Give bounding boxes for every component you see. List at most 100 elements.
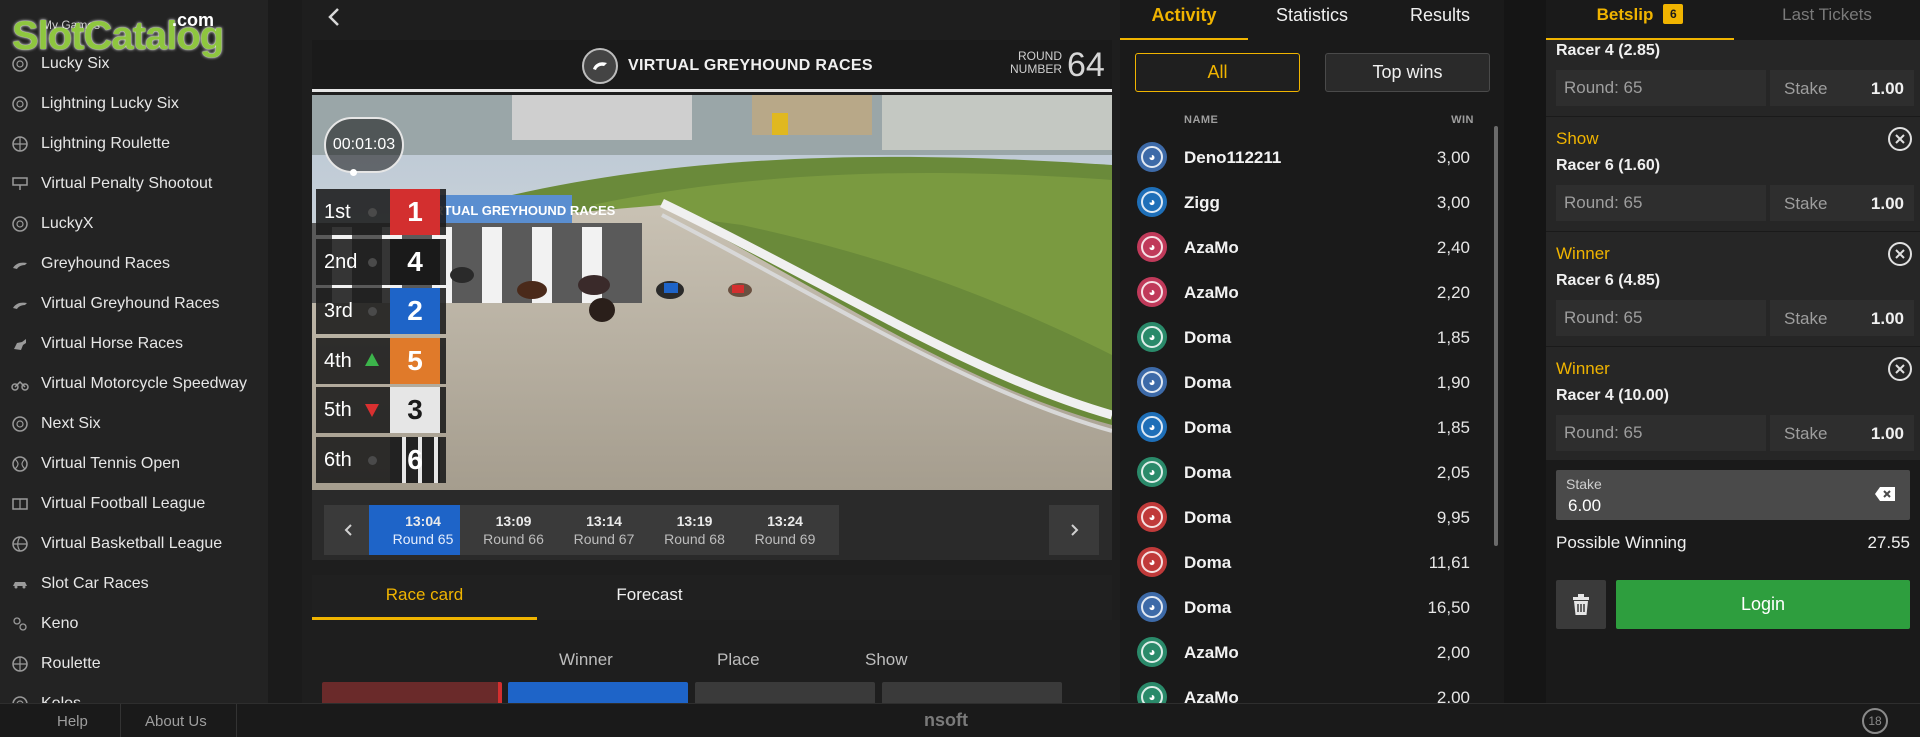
sidebar-item-keno[interactable]: Keno <box>0 604 268 644</box>
watermark-com: .com <box>172 10 215 30</box>
games-sidebar: My Games SlotCatalog .com Lucky Six Light… <box>0 0 268 703</box>
activity-row: ◕ Doma 1,90 <box>1120 360 1500 405</box>
chevron-right-icon <box>1071 524 1079 536</box>
bet-stake-field[interactable]: Stake 1.00 <box>1770 300 1914 336</box>
sidebar-item-greyhound-races[interactable]: Greyhound Races <box>0 244 268 284</box>
track-banner-text: VIRTUAL GREYHOUND RACES <box>422 203 616 218</box>
keno-icon <box>11 615 29 633</box>
round-number: 64 <box>1067 46 1105 84</box>
racer-cell[interactable] <box>322 682 502 703</box>
user-avatar-icon: ◕ <box>1137 277 1167 307</box>
standing-row: 3rd 2 <box>316 288 446 334</box>
footer-about-link[interactable]: About Us <box>145 713 207 730</box>
column-win-header: WIN <box>1451 114 1474 126</box>
activity-user-name: Doma <box>1184 598 1232 617</box>
odds-header-place: Place <box>717 650 760 669</box>
trend-neutral-icon <box>368 208 377 217</box>
sidebar-item-lightning-lucky-six[interactable]: Lightning Lucky Six <box>0 84 268 124</box>
odds-row <box>312 682 1112 703</box>
sidebar-item-virtual-motorcycle-speedway[interactable]: Virtual Motorcycle Speedway <box>0 364 268 404</box>
sidebar-item-virtual-greyhound-races[interactable]: Virtual Greyhound Races <box>0 284 268 324</box>
sidebar-item-virtual-basketball-league[interactable]: Virtual Basketball League <box>0 524 268 564</box>
activity-row: ◕ AzaMo 2,40 <box>1120 225 1500 270</box>
sidebar-item-virtual-football-league[interactable]: Virtual Football League <box>0 484 268 524</box>
betslip-tabs: Betslip 6 Last Tickets <box>1546 0 1920 40</box>
activity-user-name: Deno112211 <box>1184 148 1282 167</box>
login-button[interactable]: Login <box>1616 580 1910 629</box>
total-stake-field[interactable]: Stake 6.00 <box>1556 470 1910 520</box>
clear-betslip-button[interactable] <box>1556 580 1606 629</box>
tennis-icon <box>11 455 29 473</box>
sidebar-item-slot-car-races[interactable]: Slot Car Races <box>0 564 268 604</box>
timer-dot <box>350 169 357 176</box>
user-avatar-icon: ◕ <box>1137 457 1167 487</box>
tab-statistics[interactable]: Statistics <box>1248 0 1376 40</box>
greyhound-logo-icon <box>582 48 618 84</box>
bet-round: Round: 65 <box>1556 185 1766 221</box>
bet-stake-field[interactable]: Stake 1.00 <box>1770 70 1914 106</box>
user-avatar-icon: ◕ <box>1137 322 1167 352</box>
backspace-icon[interactable] <box>1874 486 1896 502</box>
footer-help-link[interactable]: Help <box>57 713 88 730</box>
standing-row: 1st 1 <box>316 189 446 235</box>
video-title: VIRTUAL GREYHOUND RACES <box>628 57 873 74</box>
remove-bet-button[interactable] <box>1888 357 1912 381</box>
odd-show-cell[interactable] <box>882 682 1062 703</box>
activity-row: ◕ Doma 16,50 <box>1120 585 1500 630</box>
betslip-bet: Show Racer 6 (1.60) Round: 65 Stake 1.00 <box>1546 117 1920 232</box>
sidebar-item-label: Lightning Roulette <box>41 135 170 152</box>
sidebar-item-label: Greyhound Races <box>41 255 170 272</box>
sidebar-item-virtual-horse-races[interactable]: Virtual Horse Races <box>0 324 268 364</box>
sidebar-item-label: Virtual Football League <box>41 495 206 512</box>
standing-position: 5th <box>324 399 352 421</box>
odd-place-cell[interactable] <box>695 682 875 703</box>
back-button[interactable] <box>322 4 348 30</box>
racer-number-badge: 4 <box>390 238 440 285</box>
rounds-prev-button[interactable] <box>324 505 374 555</box>
trash-icon <box>1573 593 1589 615</box>
round-selector[interactable]: 13:24 Round 69 <box>731 505 839 555</box>
sidebar-item-label: Virtual Motorcycle Speedway <box>41 375 248 392</box>
bet-stake-field[interactable]: Stake 1.00 <box>1770 415 1914 451</box>
rounds-next-button[interactable] <box>1049 505 1099 555</box>
sidebar-item-label: LuckyX <box>41 215 94 232</box>
tab-forecast[interactable]: Forecast <box>537 575 762 620</box>
remove-bet-button[interactable] <box>1888 242 1912 266</box>
sidebar-item-label: Virtual Tennis Open <box>41 455 181 472</box>
user-avatar-icon: ◕ <box>1137 502 1167 532</box>
race-timer: 00:01:03 <box>324 117 404 173</box>
sidebar-item-luckyx[interactable]: LuckyX <box>0 204 268 244</box>
sidebar-item-next-six[interactable]: Next Six <box>0 404 268 444</box>
bet-selection: Racer 6 (4.85) <box>1556 272 1661 289</box>
sidebar-item-lightning-roulette[interactable]: Lightning Roulette <box>0 124 268 164</box>
odd-winner-cell[interactable] <box>508 682 688 703</box>
filter-all-button[interactable]: All <box>1135 53 1300 92</box>
user-avatar-icon: ◕ <box>1137 682 1167 703</box>
user-avatar-icon: ◕ <box>1137 592 1167 622</box>
sidebar-item-kolos[interactable]: Kolos <box>0 684 268 703</box>
tab-results[interactable]: Results <box>1376 0 1504 40</box>
standing-position: 4th <box>324 349 352 372</box>
tab-activity[interactable]: Activity <box>1120 0 1248 40</box>
bet-type: Winner <box>1556 359 1610 378</box>
tab-last-tickets[interactable]: Last Tickets <box>1734 0 1920 40</box>
user-avatar-icon: ◕ <box>1137 637 1167 667</box>
chevron-left-icon <box>344 524 352 536</box>
activity-row: ◕ Doma 1,85 <box>1120 405 1500 450</box>
bet-stake-field[interactable]: Stake 1.00 <box>1770 185 1914 221</box>
activity-scrollbar[interactable] <box>1494 126 1498 546</box>
remove-bet-button[interactable] <box>1888 127 1912 151</box>
sidebar-item-roulette[interactable]: Roulette <box>0 644 268 684</box>
filter-top-wins-button[interactable]: Top wins <box>1325 53 1490 92</box>
betslip-bet: Winner Racer 4 (10.00) Round: 65 Stake 1.00 <box>1546 347 1920 460</box>
sidebar-item-lucky-six[interactable]: Lucky Six <box>0 44 268 84</box>
possible-winning-value: 27.55 <box>1867 533 1910 552</box>
tab-race-card[interactable]: Race card <box>312 575 537 620</box>
ball-icon <box>11 55 29 73</box>
sidebar-item-virtual-penalty-shootout[interactable]: Virtual Penalty Shootout <box>0 164 268 204</box>
ball-icon <box>11 95 29 113</box>
tab-betslip[interactable]: Betslip 6 <box>1546 0 1734 40</box>
activity-row: ◕ Doma 1,85 <box>1120 315 1500 360</box>
sidebar-item-virtual-tennis-open[interactable]: Virtual Tennis Open <box>0 444 268 484</box>
activity-win-value: 16,50 <box>1427 598 1470 617</box>
